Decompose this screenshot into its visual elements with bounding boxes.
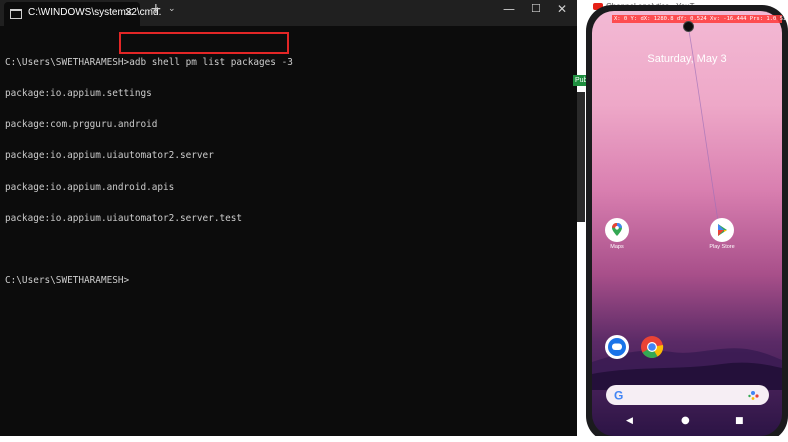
nav-back-button[interactable]: ◀ (626, 416, 633, 426)
chrome-icon (640, 335, 664, 359)
command-line: C:\Users\SWETHARAMESH>adb shell pm list … (5, 56, 293, 68)
output-line: package:io.appium.settings (5, 88, 152, 100)
pointer-location-text: X: 0 Y: dX: 1280.8 dY: 0.524 Xv: -16.444… (614, 16, 788, 22)
terminal-titlebar[interactable]: C:\WINDOWS\system32\cmd. ✕ + ⌄ — ☐ ✕ (0, 0, 577, 26)
command-text: adb shell pm list packages -3 (129, 56, 293, 68)
chevron-down-icon[interactable]: ⌄ (168, 4, 176, 14)
maps-icon (605, 218, 629, 242)
publish-chip[interactable]: Pub (573, 75, 587, 86)
nav-home-button[interactable]: ● (681, 415, 690, 426)
app-maps[interactable]: Maps (597, 218, 637, 250)
app-messages[interactable] (597, 335, 637, 361)
play-store-icon (710, 218, 734, 242)
prompt: C:\Users\SWETHARAMESH> (5, 56, 130, 68)
google-g-icon: G (614, 389, 623, 403)
app-label-maps: Maps (610, 244, 624, 250)
tab-close-icon[interactable]: ✕ (124, 6, 133, 19)
mic-icon (751, 391, 755, 395)
bottom-page-strip (0, 436, 788, 442)
tab-cmd[interactable]: C:\WINDOWS\system32\cmd. ✕ (4, 2, 161, 26)
nav-recents-button[interactable]: ■ (735, 416, 744, 426)
browser-side-panel (577, 92, 585, 222)
messages-icon (605, 335, 629, 359)
final-prompt: C:\Users\SWETHARAMESH> (5, 275, 130, 287)
terminal-window[interactable]: C:\WINDOWS\system32\cmd. ✕ + ⌄ — ☐ ✕ C:\… (0, 0, 577, 442)
tab-title: C:\WINDOWS\system32\cmd. (28, 7, 162, 18)
home-date[interactable]: Saturday, May 3 (592, 53, 782, 65)
command-highlight-box (119, 32, 289, 54)
pointer-trail (687, 24, 719, 222)
output-line: package:io.appium.uiautomator2.server.te… (5, 212, 243, 224)
console-output[interactable]: C:\Users\SWETHARAMESH>adb shell pm list … (5, 37, 293, 308)
android-nav-bar: ◀ ● ■ (592, 415, 782, 430)
minimize-button[interactable]: — (503, 2, 515, 16)
app-label-play-store: Play Store (709, 244, 735, 250)
close-button[interactable]: ✕ (557, 2, 567, 16)
output-line: package:io.appium.android.apis (5, 181, 175, 193)
camera-cutout (683, 21, 694, 32)
terminal-icon (10, 9, 22, 19)
google-search-bar[interactable]: G (606, 385, 769, 405)
app-chrome[interactable] (632, 335, 672, 361)
maximize-button[interactable]: ☐ (531, 2, 541, 15)
search-bar-icons: G (614, 389, 759, 403)
app-play-store[interactable]: Play Store (702, 218, 742, 250)
new-tab-button[interactable]: + (150, 1, 162, 17)
output-line: package:io.appium.uiautomator2.server (5, 150, 214, 162)
output-line: package:com.prgguru.android (5, 119, 158, 131)
